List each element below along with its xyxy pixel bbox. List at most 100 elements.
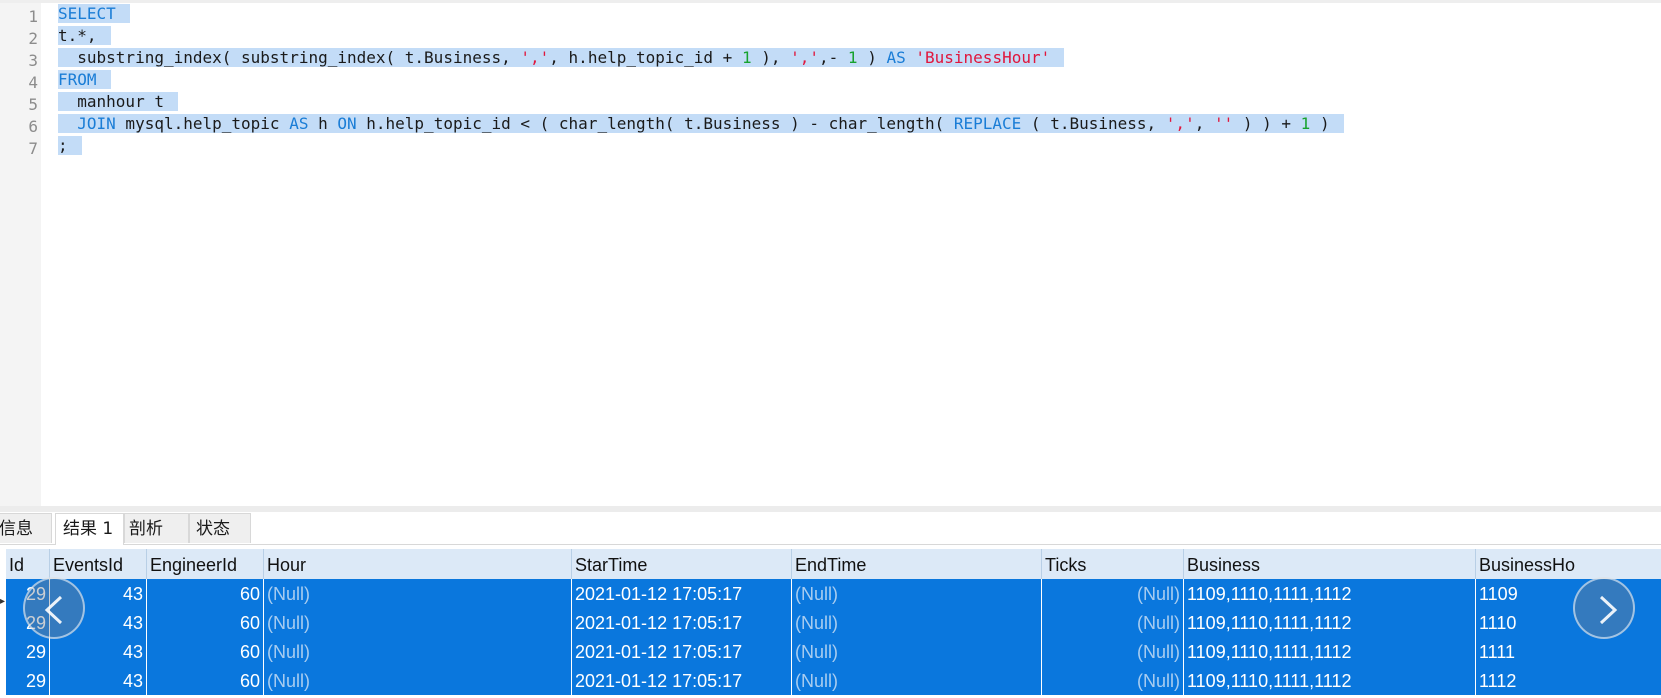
sql-text: )	[857, 48, 887, 67]
cell-ticks[interactable]: (Null)	[1042, 579, 1184, 609]
column-header-ticks[interactable]: Ticks	[1042, 549, 1184, 579]
cell-engineer-id[interactable]: 60	[147, 579, 264, 609]
cell-hour[interactable]: (Null)	[264, 666, 572, 696]
table-row[interactable]: 29 43 60 (Null) 2021-01-12 17:05:17 (Null) (Nu…	[6, 608, 1661, 638]
sql-keyword: AS	[289, 114, 309, 133]
sql-text: substring_index( substring_index( t.Busi…	[58, 48, 521, 67]
cell-star-time[interactable]: 2021-01-12 17:05:17	[572, 637, 792, 667]
cell-engineer-id[interactable]: 60	[147, 637, 264, 667]
cell-business[interactable]: 1109,1110,1111,1112	[1184, 579, 1476, 609]
line-number-gutter: 1 2 3 4 5 6 7	[0, 3, 41, 506]
sql-text: ( t.Business,	[1021, 114, 1166, 133]
cell-ticks[interactable]: (Null)	[1042, 666, 1184, 696]
line-number: 3	[28, 51, 38, 70]
cell-id[interactable]: 29	[6, 637, 50, 667]
selected-code-text: SELECT	[58, 4, 130, 23]
chevron-right-icon	[1599, 595, 1618, 625]
cell-star-time[interactable]: 2021-01-12 17:05:17	[572, 608, 792, 638]
code-line: t.*,	[58, 24, 111, 47]
current-row-indicator: ▸	[0, 596, 6, 607]
column-header-business[interactable]: Business	[1184, 549, 1476, 579]
line-number: 2	[28, 29, 38, 48]
line-number: 7	[28, 139, 38, 158]
sql-string: ','	[790, 48, 820, 67]
sql-text: mysql.help_topic	[115, 114, 290, 133]
cell-business[interactable]: 1109,1110,1111,1112	[1184, 666, 1476, 696]
code-line: JOIN mysql.help_topic AS h ON h.help_top…	[58, 112, 1344, 135]
cell-business-hour[interactable]: 1111	[1476, 637, 1661, 667]
sql-text: ;	[58, 136, 68, 155]
sql-text: ,-	[819, 48, 848, 67]
sql-editor[interactable]: 1 2 3 4 5 6 7 SELECT t.*, substring_index…	[0, 0, 1661, 506]
cell-hour[interactable]: (Null)	[264, 608, 572, 638]
sql-text: ) ) +	[1233, 114, 1301, 133]
table-row[interactable]: 29 43 60 (Null) 2021-01-12 17:05:17 (Null) (Nu…	[6, 637, 1661, 667]
code-line: manhour t	[58, 90, 178, 113]
cell-business[interactable]: 1109,1110,1111,1112	[1184, 608, 1476, 638]
table-row[interactable]: 29 43 60 (Null) 2021-01-12 17:05:17 (Null) (Nu…	[6, 579, 1661, 609]
cell-end-time[interactable]: (Null)	[792, 579, 1042, 609]
sql-string: 'BusinessHour'	[915, 48, 1051, 67]
cell-events-id[interactable]: 43	[50, 666, 147, 696]
cell-star-time[interactable]: 2021-01-12 17:05:17	[572, 579, 792, 609]
selected-code-text: t.*,	[58, 26, 111, 45]
cell-engineer-id[interactable]: 60	[147, 608, 264, 638]
sql-text: manhour t	[58, 92, 164, 111]
column-header-events-id[interactable]: EventsId	[50, 549, 147, 579]
cell-engineer-id[interactable]: 60	[147, 666, 264, 696]
chevron-left-icon	[44, 595, 63, 625]
cell-end-time[interactable]: (Null)	[792, 666, 1042, 696]
line-number: 1	[28, 7, 38, 26]
tab-profile[interactable]: 剖析	[124, 513, 189, 543]
line-number: 4	[28, 73, 38, 92]
code-line: SELECT	[58, 2, 130, 25]
sql-number: 1	[1300, 114, 1311, 133]
sql-string: ''	[1213, 114, 1234, 133]
column-header-end-time[interactable]: EndTime	[792, 549, 1042, 579]
column-header-business-hour[interactable]: BusinessHo	[1476, 549, 1661, 579]
sql-text: ),	[751, 48, 791, 67]
sql-number: 1	[847, 48, 858, 67]
tab-info[interactable]: 信息	[0, 513, 52, 543]
cell-ticks[interactable]: (Null)	[1042, 608, 1184, 638]
cell-business[interactable]: 1109,1110,1111,1112	[1184, 637, 1476, 667]
selected-code-text: ;	[58, 136, 82, 155]
previous-button[interactable]	[23, 577, 85, 639]
column-header-id[interactable]: Id	[6, 549, 50, 579]
result-grid[interactable]: Id EventsId EngineerId Hour StarTime EndTime T…	[0, 549, 1661, 698]
sql-text: h.help_topic_id < ( char_length( t.Busin…	[356, 114, 954, 133]
column-header-star-time[interactable]: StarTime	[572, 549, 792, 579]
line-number: 5	[28, 95, 38, 114]
sql-keyword: JOIN	[77, 114, 116, 133]
cell-business-hour[interactable]: 1112	[1476, 666, 1661, 696]
next-button[interactable]	[1573, 577, 1635, 639]
grid-header-row: Id EventsId EngineerId Hour StarTime EndTime T…	[6, 549, 1661, 579]
cell-id[interactable]: 29	[6, 666, 50, 696]
tab-status[interactable]: 状态	[189, 513, 251, 543]
sql-keyword: REPLACE	[953, 114, 1022, 133]
line-number: 6	[28, 117, 38, 136]
cell-star-time[interactable]: 2021-01-12 17:05:17	[572, 666, 792, 696]
sql-text: )	[1310, 114, 1330, 133]
cell-end-time[interactable]: (Null)	[792, 608, 1042, 638]
tab-result-1[interactable]: 结果 1	[55, 513, 124, 545]
column-header-hour[interactable]: Hour	[264, 549, 572, 579]
sql-text: , h.help_topic_id +	[549, 48, 742, 67]
sql-keyword: FROM	[58, 70, 97, 89]
sql-keyword: AS	[886, 48, 906, 67]
cell-hour[interactable]: (Null)	[264, 579, 572, 609]
selected-code-text: JOIN mysql.help_topic AS h ON h.help_top…	[58, 114, 1344, 133]
cell-ticks[interactable]: (Null)	[1042, 637, 1184, 667]
cell-hour[interactable]: (Null)	[264, 637, 572, 667]
code-line: substring_index( substring_index( t.Busi…	[58, 46, 1065, 69]
code-line: FROM	[58, 68, 111, 91]
sql-text: ,	[1194, 114, 1214, 133]
cell-end-time[interactable]: (Null)	[792, 637, 1042, 667]
editor-top-border	[0, 0, 1661, 3]
table-row[interactable]: 29 43 60 (Null) 2021-01-12 17:05:17 (Null) (Nu…	[6, 666, 1661, 696]
column-header-engineer-id[interactable]: EngineerId	[147, 549, 264, 579]
sql-keyword: SELECT	[58, 4, 116, 23]
cell-events-id[interactable]: 43	[50, 637, 147, 667]
